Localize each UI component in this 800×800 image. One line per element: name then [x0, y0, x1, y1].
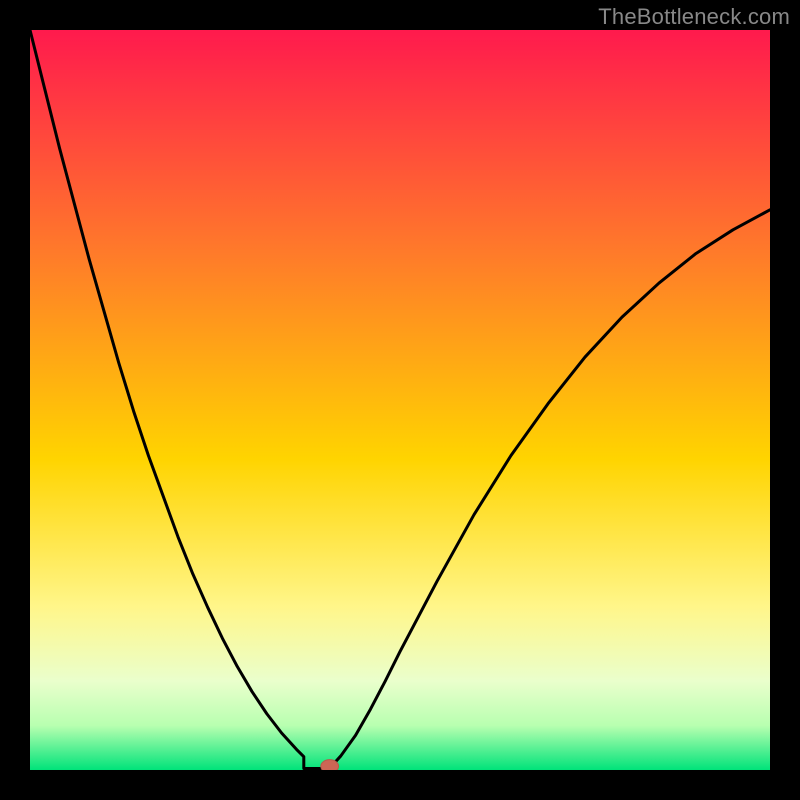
chart-frame: TheBottleneck.com: [0, 0, 800, 800]
optimal-point-marker: [321, 760, 339, 770]
watermark-text: TheBottleneck.com: [598, 4, 790, 30]
chart-svg: [30, 30, 770, 770]
plot-area: [30, 30, 770, 770]
